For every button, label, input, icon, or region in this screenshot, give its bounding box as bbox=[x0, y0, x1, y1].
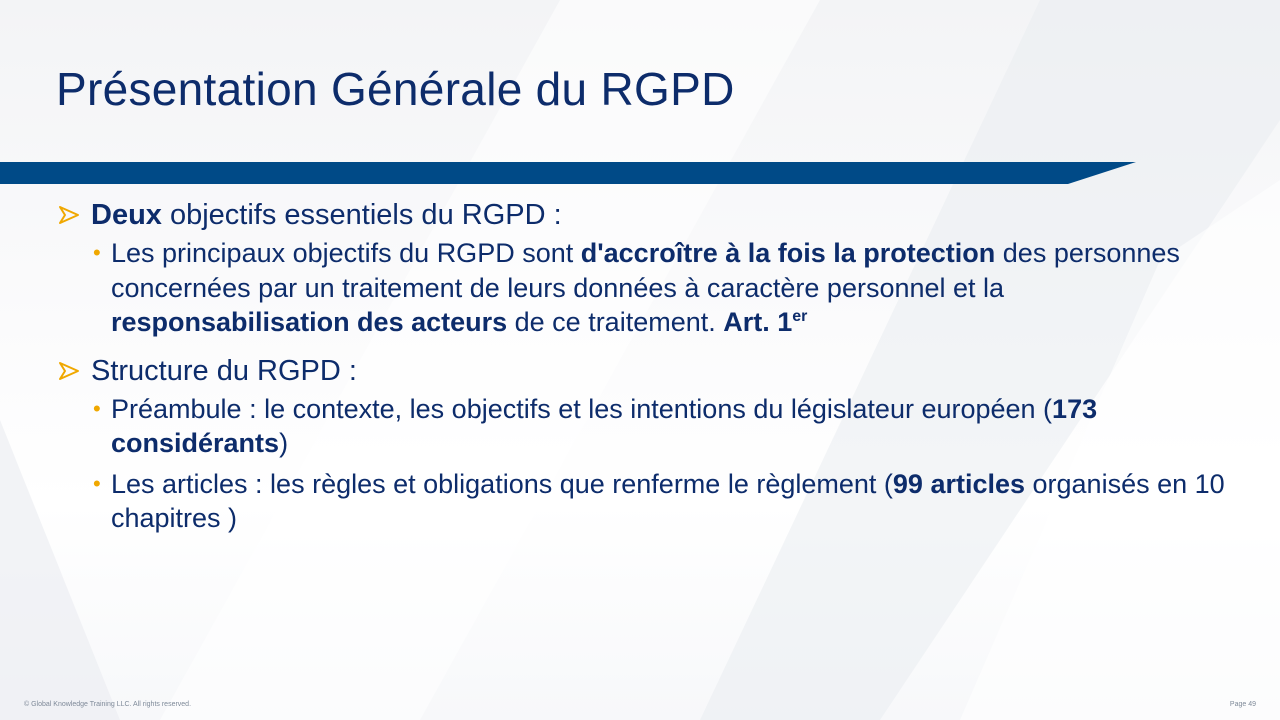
item-text: ) bbox=[279, 428, 289, 458]
bullet-dot-icon: • bbox=[93, 240, 101, 265]
article-reference: Art. 1 bbox=[723, 307, 793, 337]
bullet-dot-icon: • bbox=[93, 470, 101, 496]
footer-copyright: © Global Knowledge Training LLC. All rig… bbox=[24, 701, 192, 708]
item-text: Les articles : les règles et obligations… bbox=[111, 468, 893, 499]
list-item-preamble: • Préambule : le contexte, les objectifs… bbox=[91, 392, 1228, 461]
heading-emphasis: Deux bbox=[91, 199, 162, 231]
slide-content: Deux objectifs essentiels du RGPD : • Le… bbox=[58, 198, 1228, 542]
item-emphasis: responsabilisation des acteurs bbox=[111, 307, 508, 337]
item-text: Les principaux objectifs du RGPD sont bbox=[111, 238, 581, 268]
list-item-objectives: • Les principaux objectifs du RGPD sont … bbox=[91, 236, 1228, 340]
heading-text: objectifs essentiels du RGPD : bbox=[161, 199, 562, 231]
item-text: Préambule : le contexte, les objectifs e… bbox=[111, 393, 1053, 424]
footer-page-number: Page 49 bbox=[1229, 701, 1256, 708]
title-underline-bar bbox=[0, 162, 1136, 184]
item-emphasis: d'accroître à la fois la protection bbox=[580, 238, 996, 268]
arrow-bullet-icon bbox=[59, 361, 79, 380]
bullet-dot-icon: • bbox=[93, 395, 101, 421]
page-title: Présentation Générale du RGPD bbox=[56, 63, 735, 115]
article-superscript: er bbox=[792, 308, 808, 325]
item-emphasis: 99 articles bbox=[892, 468, 1026, 499]
slide: Présentation Générale du RGPD Deux objec… bbox=[0, 0, 1280, 720]
item-text: de ce traitement. bbox=[507, 307, 724, 337]
arrow-bullet-icon bbox=[59, 206, 79, 224]
section-heading-objectives: Deux objectifs essentiels du RGPD : bbox=[58, 198, 1228, 232]
heading-text: Structure du RGPD : bbox=[91, 354, 357, 387]
section-heading-structure: Structure du RGPD : bbox=[58, 354, 1228, 388]
list-item-articles: • Les articles : les règles et obligatio… bbox=[91, 467, 1228, 536]
